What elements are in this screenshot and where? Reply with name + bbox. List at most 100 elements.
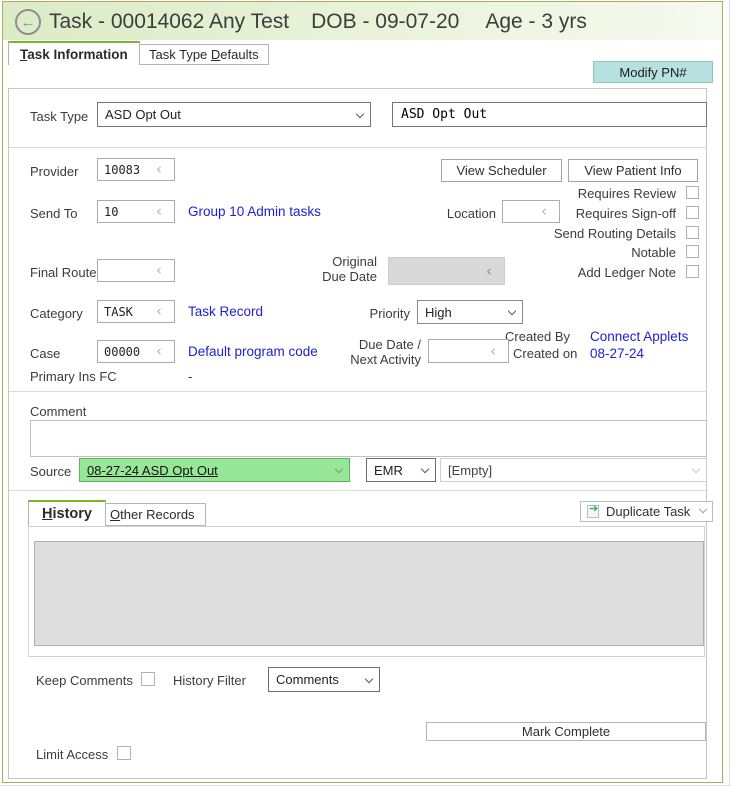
- final-route-label: Final Route: [30, 265, 96, 280]
- notable-checkbox[interactable]: [686, 245, 699, 258]
- requires-signoff-label: Requires Sign-off: [576, 206, 676, 221]
- created-by-label: Created By: [505, 329, 570, 344]
- duplicate-arrow-glyph: ➔: [589, 504, 598, 515]
- tab-label-key: D: [211, 47, 220, 62]
- lookup-icon[interactable]: ‹: [156, 162, 162, 177]
- back-button[interactable]: ←: [15, 9, 41, 35]
- provider-value: 10083: [104, 163, 140, 177]
- section-divider: [9, 147, 706, 148]
- title-task-id: Task - 00014062 Any Test: [49, 10, 289, 34]
- primary-ins-fc-label: Primary Ins FC: [30, 369, 117, 384]
- source-type-value: EMR: [374, 463, 403, 478]
- title-bar: ← Task - 00014062 Any Test DOB - 09-07-2…: [3, 2, 722, 40]
- chevron-down-icon: [365, 674, 373, 682]
- comment-label: Comment: [30, 404, 86, 419]
- chevron-down-icon: [421, 465, 429, 473]
- add-ledger-note-checkbox[interactable]: [686, 265, 699, 278]
- category-value: TASK: [104, 305, 133, 319]
- created-on-value: 08-27-24: [590, 346, 644, 361]
- comment-input[interactable]: [30, 420, 707, 457]
- send-to-group-link[interactable]: Group 10 Admin tasks: [188, 204, 321, 219]
- original-due-date-label: Original Due Date: [322, 254, 377, 284]
- task-type-select[interactable]: ASD Opt Out: [97, 102, 371, 127]
- task-window: ← Task - 00014062 Any Test DOB - 09-07-2…: [0, 0, 731, 786]
- mark-complete-button[interactable]: Mark Complete: [426, 722, 706, 741]
- tab-task-type-defaults[interactable]: Task Type Defaults: [139, 44, 269, 65]
- history-list[interactable]: [34, 541, 704, 646]
- priority-select[interactable]: High: [417, 300, 523, 324]
- lookup-icon[interactable]: ‹: [156, 263, 162, 278]
- chevron-down-icon: [356, 109, 364, 117]
- requires-signoff-checkbox[interactable]: [686, 206, 699, 219]
- lookup-icon[interactable]: ‹: [156, 204, 162, 219]
- tab-task-information[interactable]: Task Information: [8, 41, 140, 65]
- chevron-down-icon[interactable]: [699, 504, 707, 512]
- tab-label-pre: Task Type: [149, 47, 211, 62]
- tab-label-rest: ther Records: [120, 507, 194, 522]
- task-type-display-field[interactable]: ASD Opt Out: [392, 102, 707, 127]
- task-type-display-value: ASD Opt Out: [401, 107, 487, 122]
- send-to-lookup-field[interactable]: 10 ‹: [97, 200, 175, 223]
- priority-value: High: [425, 305, 452, 320]
- source-extra-select[interactable]: [Empty]: [440, 458, 707, 482]
- tab-other-records[interactable]: Other Records: [99, 503, 206, 526]
- tab-label-rest: ask Information: [27, 47, 128, 62]
- task-type-label: Task Type: [30, 109, 88, 124]
- original-due-date-label-line2: Due Date: [322, 269, 377, 284]
- tab-label-rest: efaults: [220, 47, 258, 62]
- title-age: Age - 3 yrs: [485, 10, 587, 34]
- back-arrow-icon: ←: [21, 14, 36, 31]
- default-program-code-link[interactable]: Default program code: [188, 344, 318, 359]
- limit-access-checkbox[interactable]: [117, 746, 131, 760]
- original-due-date-label-line1: Original: [322, 254, 377, 269]
- send-routing-details-label: Send Routing Details: [554, 226, 676, 241]
- section-divider: [9, 391, 706, 392]
- source-extra-value: [Empty]: [448, 463, 492, 478]
- case-lookup-field[interactable]: 00000 ‹: [97, 340, 175, 363]
- lookup-icon[interactable]: ‹: [156, 304, 162, 319]
- location-lookup-field[interactable]: ‹: [502, 200, 560, 223]
- location-label: Location: [447, 206, 496, 221]
- duplicate-task-button[interactable]: ➔ Duplicate Task: [580, 501, 713, 522]
- limit-access-label: Limit Access: [36, 747, 108, 762]
- history-filter-select[interactable]: Comments: [268, 667, 380, 692]
- case-label: Case: [30, 346, 60, 361]
- send-to-label: Send To: [30, 206, 77, 221]
- lookup-icon[interactable]: ‹: [490, 344, 496, 359]
- original-due-date-field: ‹: [388, 257, 505, 285]
- source-type-select[interactable]: EMR: [366, 458, 436, 482]
- lookup-icon: ‹: [486, 264, 492, 279]
- tab-history[interactable]: History: [28, 500, 106, 526]
- modify-pn-button[interactable]: Modify PN#: [593, 61, 713, 83]
- tab-label-rest: istory: [52, 506, 92, 522]
- due-date-next-activity-field[interactable]: ‹: [428, 339, 509, 363]
- requires-review-checkbox[interactable]: [686, 186, 699, 199]
- duplicate-task-icon: ➔: [587, 505, 599, 518]
- chevron-down-icon: [335, 465, 343, 473]
- category-lookup-field[interactable]: TASK ‹: [97, 300, 175, 323]
- final-route-lookup-field[interactable]: ‹: [97, 259, 175, 282]
- created-by-link[interactable]: Connect Applets: [590, 329, 688, 344]
- tab-label-key: H: [42, 506, 52, 522]
- title-dob: DOB - 09-07-20: [311, 10, 459, 34]
- view-scheduler-button[interactable]: View Scheduler: [441, 159, 562, 182]
- source-label: Source: [30, 464, 71, 479]
- source-select[interactable]: 08-27-24 ASD Opt Out: [79, 458, 350, 482]
- add-ledger-note-label: Add Ledger Note: [578, 265, 676, 280]
- requires-review-label: Requires Review: [578, 186, 676, 201]
- duplicate-task-label: Duplicate Task: [606, 504, 690, 519]
- task-type-selected-value: ASD Opt Out: [105, 107, 181, 122]
- page-title: Task - 00014062 Any Test DOB - 09-07-20 …: [49, 2, 587, 42]
- lookup-icon[interactable]: ‹: [541, 204, 547, 219]
- lookup-icon[interactable]: ‹: [156, 344, 162, 359]
- history-filter-label: History Filter: [173, 673, 246, 688]
- task-record-link[interactable]: Task Record: [188, 304, 263, 319]
- keep-comments-checkbox[interactable]: [141, 672, 155, 686]
- chevron-down-icon: [508, 307, 516, 315]
- send-routing-details-checkbox[interactable]: [686, 226, 699, 239]
- view-patient-info-button[interactable]: View Patient Info: [568, 159, 698, 182]
- case-value: 00000: [104, 345, 140, 359]
- provider-lookup-field[interactable]: 10083 ‹: [97, 158, 175, 181]
- send-to-value: 10: [104, 205, 118, 219]
- section-divider: [9, 490, 706, 491]
